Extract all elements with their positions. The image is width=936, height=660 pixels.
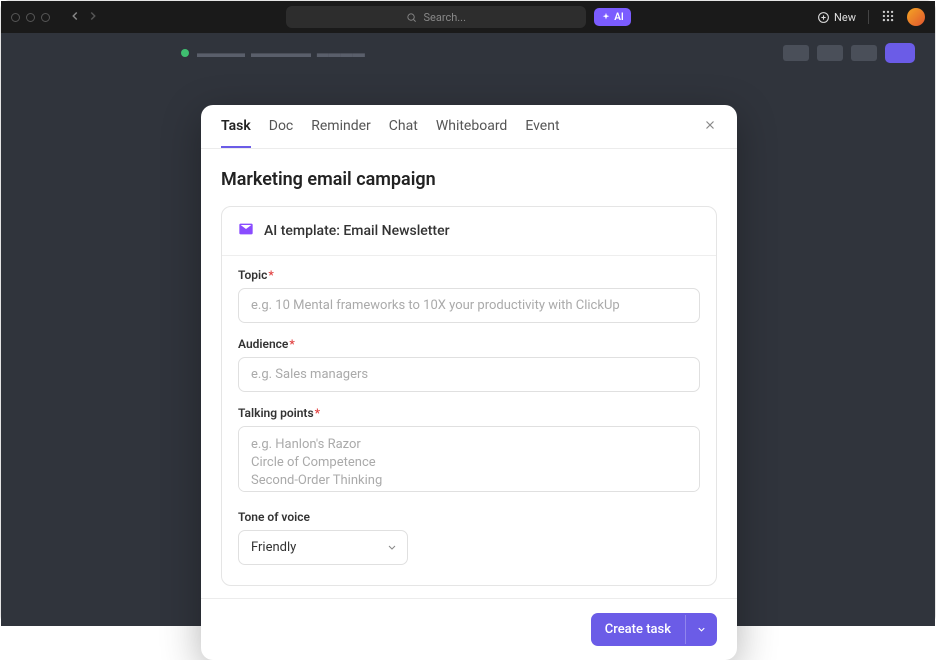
tab-chat[interactable]: Chat	[389, 118, 418, 148]
search-input[interactable]: Search...	[286, 6, 586, 28]
tab-event[interactable]: Event	[525, 118, 559, 148]
envelope-icon	[238, 221, 254, 241]
new-button[interactable]: New	[817, 11, 856, 24]
tab-doc[interactable]: Doc	[269, 118, 294, 148]
talking-points-label: Talking points*	[238, 406, 700, 420]
back-button[interactable]	[68, 8, 82, 27]
ai-template-row[interactable]: AI template: Email Newsletter	[222, 207, 716, 256]
background-toolbar: ▬▬▬▬ ▬▬▬▬▬ ▬▬▬▬	[181, 43, 915, 63]
ai-template-label: AI template: Email Newsletter	[264, 223, 450, 239]
task-title[interactable]: Marketing email campaign	[221, 169, 717, 190]
create-task-dropdown[interactable]	[685, 615, 717, 644]
topic-label: Topic*	[238, 268, 700, 282]
tab-task[interactable]: Task	[221, 118, 251, 148]
talking-points-input[interactable]	[238, 426, 700, 492]
page-body: ▬▬▬▬ ▬▬▬▬▬ ▬▬▬▬ Task Doc Reminder Chat W…	[1, 33, 935, 626]
tone-select[interactable]: Friendly	[238, 530, 408, 565]
audience-label: Audience*	[238, 337, 700, 351]
modal-tabs: Task Doc Reminder Chat Whiteboard Event	[201, 105, 737, 149]
topic-input[interactable]	[238, 288, 700, 323]
tone-label: Tone of voice	[238, 510, 700, 524]
apps-icon[interactable]	[881, 8, 895, 27]
tab-whiteboard[interactable]: Whiteboard	[436, 118, 508, 148]
create-modal: Task Doc Reminder Chat Whiteboard Event …	[201, 105, 737, 660]
create-task-button[interactable]: Create task	[591, 613, 717, 646]
forward-button[interactable]	[86, 8, 100, 27]
tab-reminder[interactable]: Reminder	[311, 118, 371, 148]
ai-form-card: AI template: Email Newsletter Topic* Aud…	[221, 206, 717, 586]
ai-button[interactable]: AI	[594, 8, 631, 26]
close-icon[interactable]	[703, 117, 717, 148]
search-placeholder: Search...	[423, 11, 466, 24]
window-controls[interactable]	[11, 13, 50, 22]
avatar[interactable]	[907, 8, 925, 26]
audience-input[interactable]	[238, 357, 700, 392]
titlebar: Search... AI New	[1, 1, 935, 33]
